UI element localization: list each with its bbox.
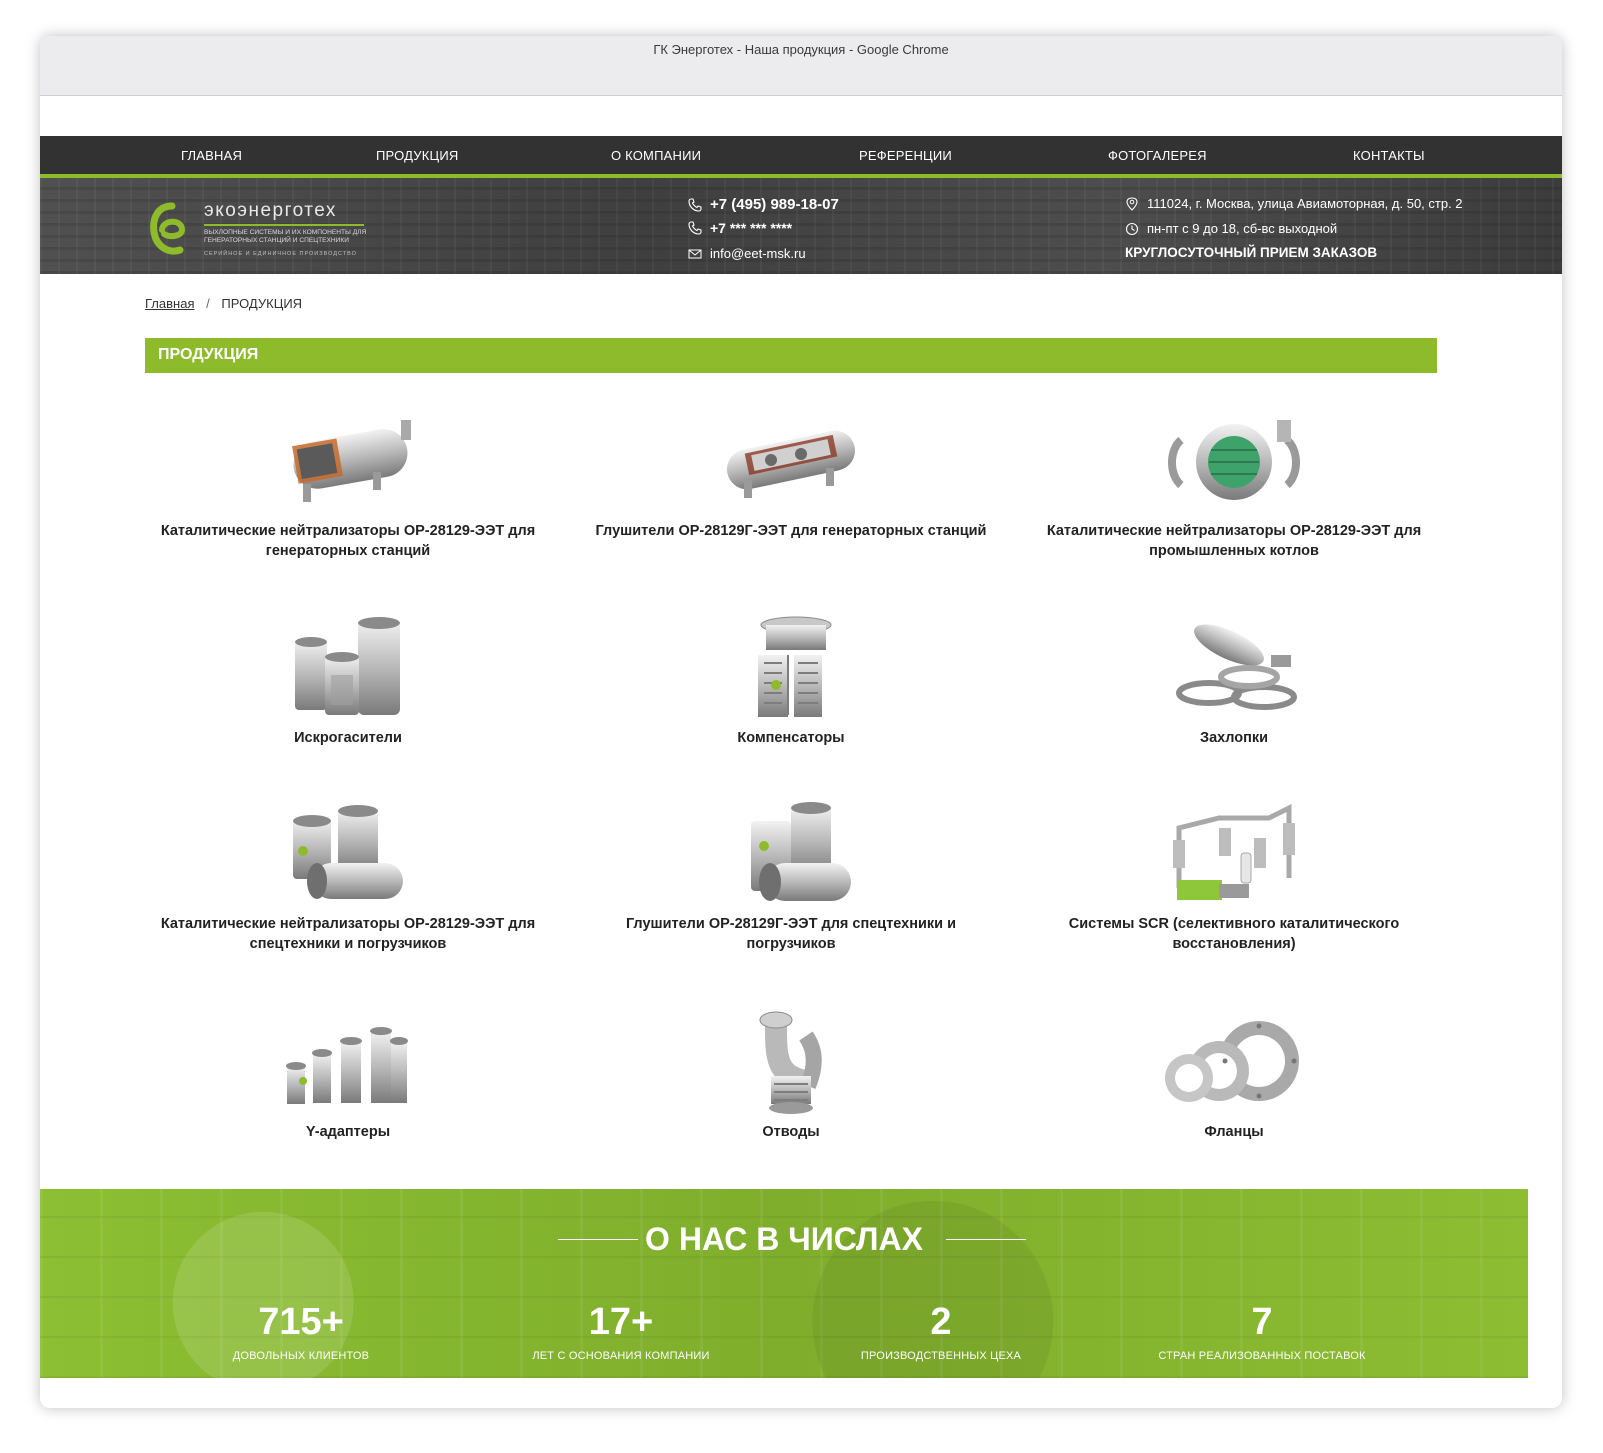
stat-label: ДОВОЛЬНЫХ КЛИЕНТОВ — [232, 1350, 370, 1362]
logo-tagline: СЕРИЙНОЕ И ЕДИНИЧНОЕ ПРОИЗВОДСТВО — [204, 251, 357, 257]
logo-name: экоэнерготех — [204, 200, 337, 221]
clock-icon — [1125, 222, 1139, 236]
logo-icon — [150, 202, 186, 255]
y-adapter-icon — [138, 1006, 558, 1116]
product-name: Каталитические нейтрализаторы ОР-28129-Э… — [1046, 523, 1422, 559]
product-card[interactable]: Фланцы — [1024, 1006, 1444, 1142]
product-name: Каталитические нейтрализаторы ОР-28129-Э… — [160, 916, 536, 952]
rain-cap-icon — [1024, 612, 1444, 722]
vehicle-silencer-icon — [581, 798, 1001, 908]
product-name: Y-адаптеры — [305, 1124, 391, 1140]
section-title: ПРОДУКЦИЯ — [145, 338, 1437, 373]
stat-item: 7 СТРАН РЕАЛИЗОВАННЫХ ПОСТАВОК — [1112, 1301, 1412, 1362]
product-card[interactable]: Отводы — [581, 1006, 1001, 1142]
product-name: Искрогасители — [294, 730, 402, 746]
catalytic-converter-cutaway-icon — [138, 405, 558, 515]
stat-value: 2 — [930, 1301, 952, 1343]
product-card[interactable]: Захлопки — [1024, 612, 1444, 748]
product-card[interactable]: Искрогасители — [138, 612, 558, 748]
breadcrumb-home[interactable]: Главная — [145, 296, 194, 311]
company-logo[interactable]: экоэнерготех ВЫХЛОПНЫЕ СИСТЕМЫ И ИХ КОМП… — [148, 200, 388, 260]
boiler-catalyst-icon — [1024, 405, 1444, 515]
flange-icon — [1024, 1006, 1444, 1116]
stat-item: 2 ПРОИЗВОДСТВЕННЫХ ЦЕХА — [791, 1301, 1091, 1362]
product-name: Системы SCR (селективного каталитическог… — [1068, 916, 1400, 952]
stat-label: ПРОИЗВОДСТВЕННЫХ ЦЕХА — [860, 1350, 1022, 1362]
phone-icon — [688, 221, 702, 235]
product-card[interactable]: Каталитические нейтрализаторы ОР-28129-Э… — [138, 798, 558, 954]
logo-subtitle: ВЫХЛОПНЫЕ СИСТЕМЫ И ИХ КОМПОНЕНТЫ ДЛЯ ГЕ… — [204, 229, 367, 244]
silencer-cutaway-icon — [581, 405, 1001, 515]
mail-icon — [688, 247, 702, 261]
elbow-pipe-icon — [581, 1006, 1001, 1116]
expansion-joint-icon — [581, 612, 1001, 722]
product-card[interactable]: Y-адаптеры — [138, 1006, 558, 1142]
product-name: Фланцы — [1204, 1124, 1264, 1140]
product-card[interactable]: Каталитические нейтрализаторы ОР-28129-Э… — [138, 405, 558, 561]
stat-item: 715+ ДОВОЛЬНЫХ КЛИЕНТОВ — [151, 1301, 451, 1362]
stats-section: О НАС В ЧИСЛАХ 715+ ДОВОЛЬНЫХ КЛИЕНТОВ 1… — [40, 1189, 1528, 1378]
breadcrumb-current: ПРОДУКЦИЯ — [221, 296, 303, 311]
scr-system-icon — [1024, 798, 1444, 908]
location-pin-icon — [1125, 196, 1139, 211]
window-titlebar: ГК Энерготех - Наша продукция - Google C… — [40, 36, 1562, 96]
breadcrumb-separator: / — [206, 296, 210, 311]
main-nav: ГЛАВНАЯ ПРОДУКЦИЯ О КОМПАНИИ РЕФЕРЕНЦИИ … — [40, 136, 1562, 178]
address: 111024, г. Москва, улица Авиамоторная, д… — [1125, 196, 1463, 211]
breadcrumb: Главная / ПРОДУКЦИЯ — [145, 296, 302, 311]
vehicle-catalyst-icon — [138, 798, 558, 908]
product-name: Каталитические нейтрализаторы ОР-28129-Э… — [160, 523, 536, 559]
product-name: Отводы — [762, 1124, 820, 1140]
stat-value: 7 — [1251, 1301, 1273, 1343]
product-card[interactable]: Глушители ОР-28129Г-ЭЭТ для генераторных… — [581, 405, 1001, 541]
stats-title: О НАС В ЧИСЛАХ — [645, 1221, 923, 1257]
nav-item-about[interactable]: О КОМПАНИИ — [611, 148, 701, 163]
phone-main[interactable]: +7 (495) 989-18-07 — [688, 196, 839, 213]
nav-item-gallery[interactable]: ФОТОГАЛЕРЕЯ — [1108, 148, 1207, 163]
nav-item-contacts[interactable]: КОНТАКТЫ — [1353, 148, 1425, 163]
nav-item-products[interactable]: ПРОДУКЦИЯ — [376, 148, 459, 163]
spark-arrestor-icon — [138, 612, 558, 722]
nav-item-home[interactable]: ГЛАВНАЯ — [181, 148, 242, 163]
product-card[interactable]: Компенсаторы — [581, 612, 1001, 748]
product-name: Глушители ОР-28129Г-ЭЭТ для генераторных… — [595, 523, 987, 539]
stat-value: 17+ — [588, 1301, 654, 1343]
stat-label: ЛЕТ С ОСНОВАНИЯ КОМПАНИИ — [532, 1350, 710, 1362]
working-hours: пн-пт с 9 до 18, сб-вс выходной — [1125, 221, 1337, 236]
stat-value: 715+ — [258, 1301, 344, 1343]
window-title: ГК Энерготех - Наша продукция - Google C… — [653, 42, 949, 57]
product-name: Компенсаторы — [737, 730, 845, 746]
product-name: Захлопки — [1199, 730, 1269, 746]
email-link[interactable]: info@eet-msk.ru — [688, 246, 806, 261]
phone-icon — [688, 197, 702, 212]
product-card[interactable]: Системы SCR (селективного каталитическог… — [1024, 798, 1444, 954]
orders-notice: КРУГЛОСУТОЧНЫЙ ПРИЕМ ЗАКАЗОВ — [1125, 245, 1378, 260]
site-header: экоэнерготех ВЫХЛОПНЫЕ СИСТЕМЫ И ИХ КОМП… — [40, 178, 1562, 274]
phone-second[interactable]: +7 *** *** **** — [688, 220, 792, 236]
product-card[interactable]: Глушители ОР-28129Г-ЭЭТ для спецтехники … — [581, 798, 1001, 954]
nav-item-references[interactable]: РЕФЕРЕНЦИИ — [859, 148, 952, 163]
product-card[interactable]: Каталитические нейтрализаторы ОР-28129-Э… — [1024, 405, 1444, 561]
stat-label: СТРАН РЕАЛИЗОВАННЫХ ПОСТАВОК — [1158, 1350, 1366, 1362]
stat-item: 17+ ЛЕТ С ОСНОВАНИЯ КОМПАНИИ — [471, 1301, 771, 1362]
product-name: Глушители ОР-28129Г-ЭЭТ для спецтехники … — [625, 916, 957, 952]
